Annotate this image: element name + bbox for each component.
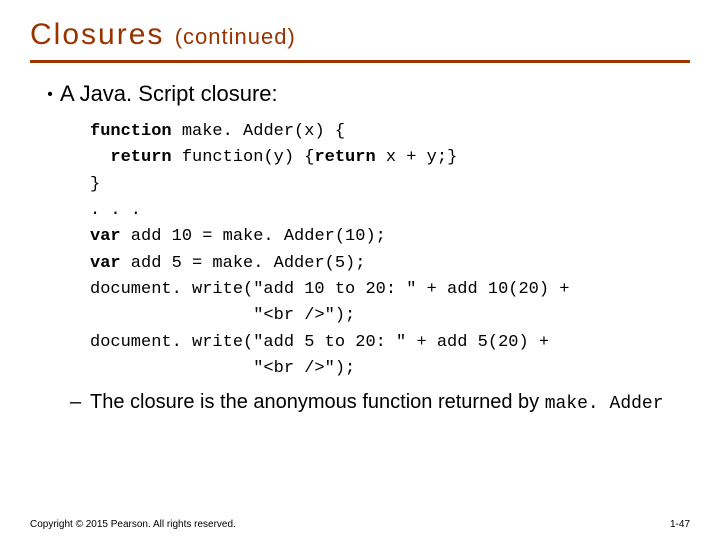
code-line: function make. Adder(x) {: [90, 119, 690, 145]
bullet-dash-icon: –: [70, 390, 90, 415]
title-rule: [30, 60, 690, 63]
code-line: . . .: [90, 198, 690, 224]
bullet-level1: • A Java. Script closure:: [40, 81, 690, 109]
code-block: function make. Adder(x) { return functio…: [90, 119, 690, 382]
title-main: Closures: [30, 18, 175, 51]
code-line: var add 10 = make. Adder(10);: [90, 224, 690, 250]
title-sub: (continued): [175, 24, 296, 49]
bullet-level2: – The closure is the anonymous function …: [70, 390, 690, 416]
page-number: 1-47: [670, 519, 690, 530]
bullet2-mono: make. Adder: [545, 394, 664, 414]
slide-title: Closures (continued): [30, 18, 690, 52]
code-line: document. write("add 10 to 20: " + add 1…: [90, 277, 690, 303]
code-line: }: [90, 172, 690, 198]
code-line: var add 5 = make. Adder(5);: [90, 251, 690, 277]
code-line: "<br />");: [90, 303, 690, 329]
slide: Closures (continued) • A Java. Script cl…: [0, 0, 720, 540]
bullet-dot-icon: •: [40, 81, 60, 109]
code-line: document. write("add 5 to 20: " + add 5(…: [90, 330, 690, 356]
bullet2-text: The closure is the anonymous function re…: [90, 390, 664, 416]
bullet2-pre: The closure is the anonymous function re…: [90, 391, 545, 413]
code-line: "<br />");: [90, 356, 690, 382]
footer: Copyright © 2015 Pearson. All rights res…: [30, 519, 690, 530]
copyright-text: Copyright © 2015 Pearson. All rights res…: [30, 519, 236, 530]
code-line: return function(y) {return x + y;}: [90, 145, 690, 171]
bullet1-text: A Java. Script closure:: [60, 81, 278, 107]
